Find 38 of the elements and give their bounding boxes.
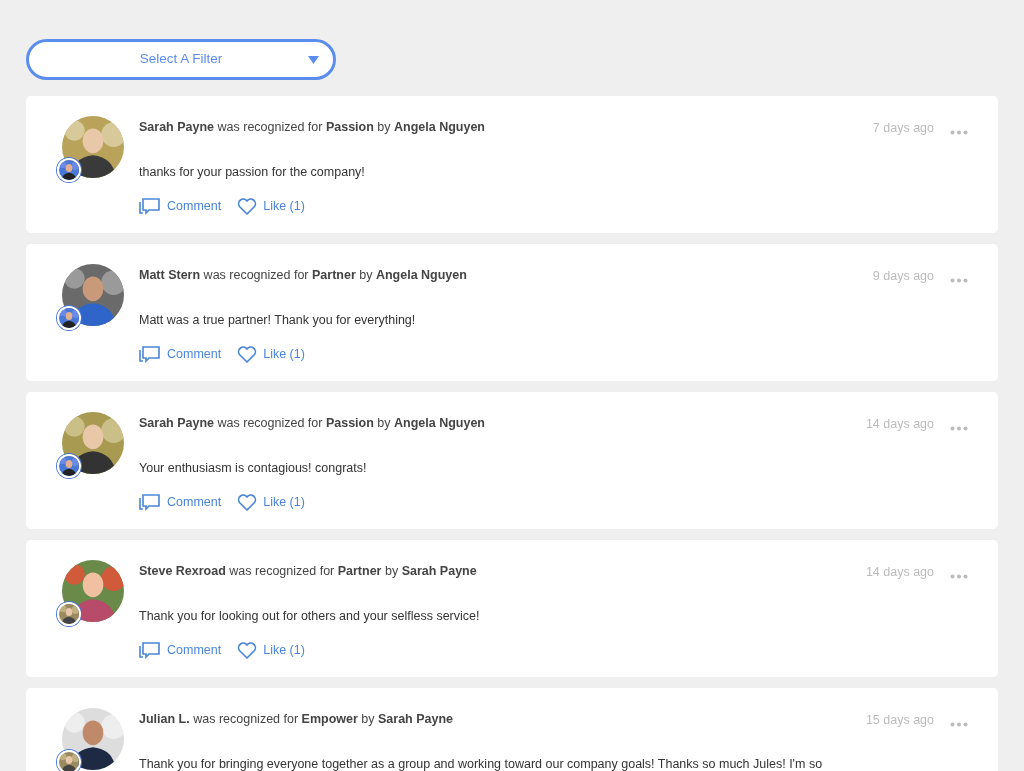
recognition-message: thanks for your passion for the company! bbox=[139, 164, 366, 181]
timestamp: 14 days ago bbox=[865, 564, 934, 581]
recognition-message: Matt was a true partner! Thank you for everything! bbox=[139, 312, 417, 329]
comment-icon bbox=[139, 492, 161, 513]
recognition-message: Your enthusiasm is contagious! congrats! bbox=[139, 460, 368, 477]
timestamp: 9 days ago bbox=[872, 268, 934, 285]
recognition-headline: Julian L. was recognized for Empower by Sarah Payne bbox=[139, 711, 455, 728]
timestamp: 15 days ago bbox=[865, 712, 934, 729]
comment-icon bbox=[139, 344, 161, 365]
recognition-headline: Sarah Payne was recognized for Passion by Angela Nguyen bbox=[139, 415, 486, 432]
timestamp: 7 days ago bbox=[872, 120, 934, 137]
like-button[interactable]: Like (1) bbox=[237, 492, 305, 513]
recognition-message: Thank you for bringing everyone together as a group and working toward our company goals! Thanks so much Jules! I'm so bbox=[139, 756, 824, 771]
heart-icon bbox=[237, 642, 258, 660]
like-button[interactable]: Like (1) bbox=[237, 196, 305, 217]
recognition-headline: Matt Stern was recognized for Partner by Angela Nguyen bbox=[139, 267, 468, 284]
filter-dropdown[interactable]: Select A Filter bbox=[26, 39, 336, 80]
comment-button[interactable]: Comment bbox=[139, 196, 222, 217]
timestamp: 14 days ago bbox=[865, 416, 934, 433]
heart-icon bbox=[237, 346, 258, 364]
more-icon bbox=[950, 426, 968, 432]
more-icon bbox=[950, 130, 968, 136]
comment-button[interactable]: Comment bbox=[139, 344, 222, 365]
more-icon bbox=[950, 722, 968, 728]
recognition-headline: Sarah Payne was recognized for Passion by Angela Nguyen bbox=[139, 119, 486, 136]
caret-icon bbox=[308, 56, 319, 64]
more-icon bbox=[950, 278, 968, 284]
recognition-headline: Steve Rexroad was recognized for Partner by Sarah Payne bbox=[139, 563, 478, 580]
like-button[interactable]: Like (1) bbox=[237, 640, 305, 661]
comment-icon bbox=[139, 196, 161, 217]
more-icon bbox=[950, 574, 968, 580]
heart-icon bbox=[237, 494, 258, 512]
comment-icon bbox=[139, 640, 161, 661]
heart-icon bbox=[237, 198, 258, 216]
comment-button[interactable]: Comment bbox=[139, 640, 222, 661]
comment-button[interactable]: Comment bbox=[139, 492, 222, 513]
like-button[interactable]: Like (1) bbox=[237, 344, 305, 365]
recognition-message: Thank you for looking out for others and your selfless service! bbox=[139, 608, 481, 625]
